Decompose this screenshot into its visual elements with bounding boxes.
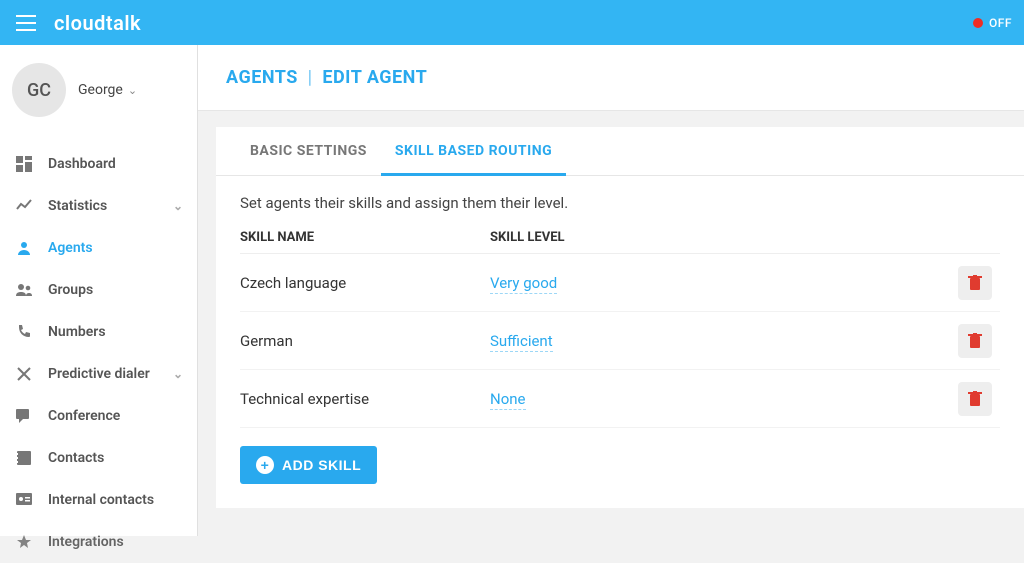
sidebar-item-label: Statistics xyxy=(48,198,107,214)
table-row: German Sufficient xyxy=(240,312,1000,370)
skill-level-select[interactable]: Sufficient xyxy=(490,332,690,350)
header-skill-name: SKILL NAME xyxy=(240,230,490,245)
chevron-down-icon: ⌄ xyxy=(173,199,183,213)
plus-icon: + xyxy=(256,456,274,474)
table-row: Czech language Very good xyxy=(240,254,1000,312)
stats-icon xyxy=(14,196,34,216)
breadcrumb-separator: | xyxy=(308,67,312,88)
internal-contacts-icon xyxy=(14,490,34,510)
trash-icon xyxy=(968,333,982,349)
contacts-icon xyxy=(14,448,34,468)
skill-level-select[interactable]: None xyxy=(490,390,690,408)
sidebar-item-conference[interactable]: Conference xyxy=(0,395,197,437)
sidebar-item-internal-contacts[interactable]: Internal contacts xyxy=(0,479,197,521)
sidebar-item-label: Contacts xyxy=(48,450,104,466)
status-label[interactable]: OFF xyxy=(989,16,1012,30)
trash-icon xyxy=(968,275,982,291)
main-content: AGENTS | EDIT AGENT BASIC SETTINGS SKILL… xyxy=(198,45,1024,536)
status-indicator-icon xyxy=(973,18,983,28)
agent-icon xyxy=(14,238,34,258)
tab-basic-settings[interactable]: BASIC SETTINGS xyxy=(236,127,381,175)
sidebar-item-predictive-dialer[interactable]: Predictive dialer ⌄ xyxy=(0,353,197,395)
sidebar-item-label: Conference xyxy=(48,408,120,424)
chevron-down-icon: ⌄ xyxy=(173,367,183,381)
sidebar-item-label: Internal contacts xyxy=(48,492,154,508)
skill-table-header: SKILL NAME SKILL LEVEL xyxy=(240,230,1000,254)
sidebar: GC George ⌄ Dashboard Statistics ⌄ xyxy=(0,45,198,536)
user-block: GC George ⌄ xyxy=(0,45,197,139)
delete-skill-button[interactable] xyxy=(958,266,992,300)
skill-level-select[interactable]: Very good xyxy=(490,274,690,292)
sidebar-item-statistics[interactable]: Statistics ⌄ xyxy=(0,185,197,227)
avatar[interactable]: GC xyxy=(12,63,66,117)
panel-body: Set agents their skills and assign them … xyxy=(216,176,1024,508)
tabs: BASIC SETTINGS SKILL BASED ROUTING xyxy=(216,127,1024,176)
tab-skill-routing[interactable]: SKILL BASED ROUTING xyxy=(381,127,566,176)
add-skill-button[interactable]: + ADD SKILL xyxy=(240,446,377,484)
delete-skill-button[interactable] xyxy=(958,324,992,358)
add-skill-label: ADD SKILL xyxy=(282,457,361,473)
panel-description: Set agents their skills and assign them … xyxy=(240,194,1000,212)
breadcrumb-root[interactable]: AGENTS xyxy=(226,67,298,88)
phone-icon xyxy=(14,322,34,342)
nav: Dashboard Statistics ⌄ Agents Groups xyxy=(0,139,197,563)
dashboard-icon xyxy=(14,154,34,174)
chevron-down-icon: ⌄ xyxy=(128,84,137,97)
skill-name-label: Technical expertise xyxy=(240,390,490,408)
breadcrumb-page: EDIT AGENT xyxy=(322,67,427,88)
trash-icon xyxy=(968,391,982,407)
sidebar-item-label: Numbers xyxy=(48,324,106,340)
sidebar-item-dashboard[interactable]: Dashboard xyxy=(0,143,197,185)
integrations-icon xyxy=(14,532,34,552)
menu-toggle[interactable] xyxy=(12,9,40,37)
sidebar-item-label: Dashboard xyxy=(48,156,116,172)
sidebar-item-label: Groups xyxy=(48,282,93,298)
sidebar-item-contacts[interactable]: Contacts xyxy=(0,437,197,479)
user-name-label: George xyxy=(78,82,123,98)
user-menu[interactable]: George ⌄ xyxy=(78,82,137,98)
dialer-icon xyxy=(14,364,34,384)
sidebar-item-label: Integrations xyxy=(48,534,124,550)
header-skill-level: SKILL LEVEL xyxy=(490,230,690,245)
breadcrumb-bar: AGENTS | EDIT AGENT xyxy=(198,45,1024,111)
brand-logo: cloudtalk xyxy=(54,11,141,35)
skill-name-label: Czech language xyxy=(240,274,490,292)
breadcrumb: AGENTS | EDIT AGENT xyxy=(226,67,996,88)
hamburger-icon xyxy=(16,15,36,31)
table-row: Technical expertise None xyxy=(240,370,1000,428)
sidebar-item-numbers[interactable]: Numbers xyxy=(0,311,197,353)
sidebar-item-agents[interactable]: Agents xyxy=(0,227,197,269)
topbar: cloudtalk OFF xyxy=(0,0,1024,45)
sidebar-item-groups[interactable]: Groups xyxy=(0,269,197,311)
sidebar-item-integrations[interactable]: Integrations xyxy=(0,521,197,563)
groups-icon xyxy=(14,280,34,300)
sidebar-item-label: Predictive dialer xyxy=(48,366,150,382)
skill-name-label: German xyxy=(240,332,490,350)
conference-icon xyxy=(14,406,34,426)
panel: BASIC SETTINGS SKILL BASED ROUTING Set a… xyxy=(216,127,1024,508)
delete-skill-button[interactable] xyxy=(958,382,992,416)
sidebar-item-label: Agents xyxy=(48,240,93,256)
